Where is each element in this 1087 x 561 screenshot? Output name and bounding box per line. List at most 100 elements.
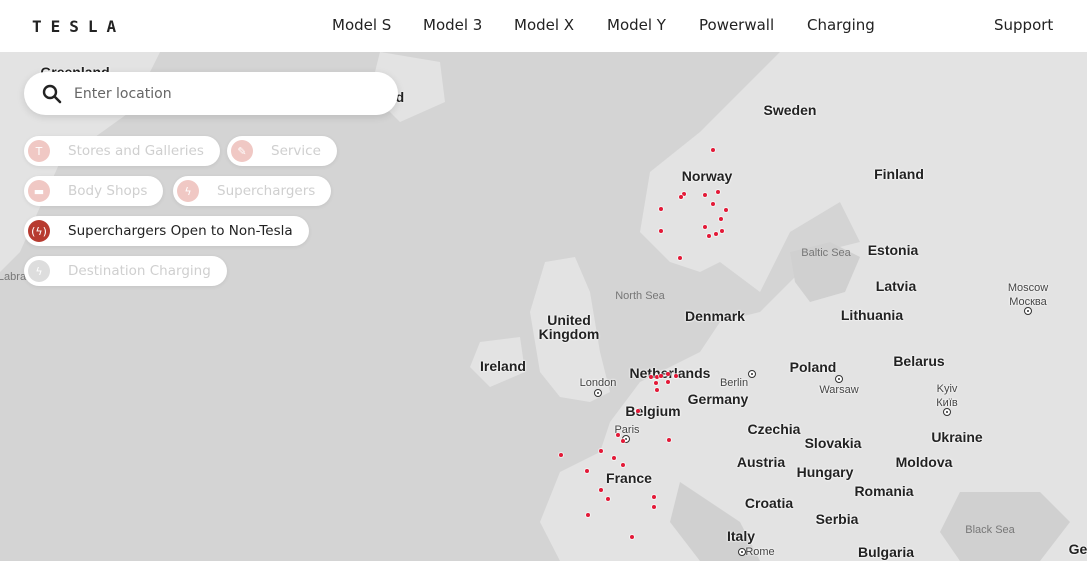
supercharger-marker[interactable] (720, 229, 724, 233)
supercharger-marker[interactable] (678, 256, 682, 260)
location-search[interactable] (24, 72, 398, 115)
nav-powerwall[interactable]: Powerwall (699, 16, 774, 34)
map-land (0, 52, 1087, 561)
map-label: Ireland (480, 358, 526, 374)
filter-label: Superchargers (217, 183, 316, 199)
filter-superchargers[interactable]: ϟ Superchargers (173, 176, 332, 206)
supercharger-marker[interactable] (586, 513, 590, 517)
map-label: London (579, 377, 617, 389)
filter-label: Body Shops (68, 183, 148, 199)
map-label: Berlin (719, 377, 749, 389)
city-marker-icon (594, 389, 602, 397)
supercharger-marker[interactable] (585, 469, 589, 473)
supercharger-marker[interactable] (559, 453, 563, 457)
bolt-signal-icon: (ϟ) (28, 220, 50, 242)
map-label: Latvia (875, 278, 917, 294)
supercharger-marker[interactable] (703, 225, 707, 229)
supercharger-marker[interactable] (716, 190, 720, 194)
supercharger-marker[interactable] (630, 535, 634, 539)
supercharger-marker[interactable] (659, 229, 663, 233)
nav-model-x[interactable]: Model X (514, 16, 574, 34)
supercharger-marker[interactable] (703, 193, 707, 197)
map-label: Norway (681, 168, 733, 184)
filter-label: Superchargers Open to Non-Tesla (68, 223, 293, 239)
nav-charging[interactable]: Charging (807, 16, 875, 34)
map-label: Kyiv Київ (936, 383, 958, 409)
map-label: France (606, 470, 652, 486)
map-label: Hungary (796, 464, 854, 480)
supercharger-marker[interactable] (616, 433, 620, 437)
map-label: Austria (736, 454, 786, 470)
supercharger-marker[interactable] (667, 438, 671, 442)
supercharger-marker[interactable] (719, 217, 723, 221)
filter-destination-charging[interactable]: ϟ Destination Charging (24, 256, 227, 286)
supercharger-marker[interactable] (724, 208, 728, 212)
bolt-icon: ϟ (28, 260, 50, 282)
filter-stores-and-galleries[interactable]: T Stores and Galleries (24, 136, 220, 166)
supercharger-marker[interactable] (636, 409, 640, 413)
nav-model-3[interactable]: Model 3 (423, 16, 482, 34)
wrench-icon: ✎ (231, 140, 253, 162)
city-marker-icon (835, 375, 843, 383)
search-input[interactable] (74, 85, 374, 102)
supercharger-marker[interactable] (659, 374, 663, 378)
supercharger-marker[interactable] (652, 505, 656, 509)
map-label: Romania (854, 483, 914, 499)
city-marker-icon (748, 370, 756, 378)
nav-support[interactable]: Support (994, 16, 1053, 34)
map-label: Black Sea (965, 524, 1015, 536)
filter-superchargers-open-to-non-tesla[interactable]: (ϟ) Superchargers Open to Non-Tesla (24, 216, 309, 246)
supercharger-marker[interactable] (666, 380, 670, 384)
filter-label: Stores and Galleries (68, 143, 204, 159)
map-label: Estonia (867, 242, 919, 258)
map-label: North Sea (615, 290, 665, 302)
map-label: Croatia (744, 495, 794, 511)
supercharger-marker[interactable] (606, 497, 610, 501)
map-label: Sweden (763, 102, 817, 118)
map-label: Denmark (685, 308, 745, 324)
tesla-logo[interactable]: TESLA (32, 17, 125, 36)
map-label: Belarus (893, 353, 945, 369)
filter-label: Destination Charging (68, 263, 211, 279)
map[interactable]: GreenlandIcelandSwedenNorwayFinlandEston… (0, 52, 1087, 561)
supercharger-marker[interactable] (621, 439, 625, 443)
map-label: Germany (687, 391, 749, 407)
supercharger-marker[interactable] (621, 463, 625, 467)
supercharger-marker[interactable] (679, 195, 683, 199)
supercharger-marker[interactable] (666, 372, 670, 376)
supercharger-marker[interactable] (659, 207, 663, 211)
supercharger-marker[interactable] (654, 381, 658, 385)
supercharger-marker[interactable] (649, 375, 653, 379)
supercharger-marker[interactable] (711, 148, 715, 152)
car-icon: ▬ (28, 180, 50, 202)
nav-model-s[interactable]: Model S (332, 16, 391, 34)
map-label: Serbia (815, 511, 859, 527)
supercharger-marker[interactable] (714, 232, 718, 236)
map-label: United Kingdom (538, 312, 600, 342)
bolt-icon: ϟ (177, 180, 199, 202)
city-marker-icon (738, 548, 746, 556)
map-label: Baltic Sea (801, 247, 851, 259)
map-label: Warsaw (819, 384, 859, 396)
supercharger-marker[interactable] (711, 202, 715, 206)
supercharger-marker[interactable] (707, 234, 711, 238)
map-label: Ge (1068, 541, 1087, 557)
supercharger-marker[interactable] (612, 456, 616, 460)
supercharger-marker[interactable] (652, 495, 656, 499)
map-label: Moscow Москва (1007, 282, 1049, 308)
supercharger-marker[interactable] (674, 374, 678, 378)
tesla-t-icon: T (28, 140, 50, 162)
map-label: Moldova (895, 454, 953, 470)
filter-service[interactable]: ✎ Service (227, 136, 337, 166)
map-label: Finland (874, 166, 924, 182)
map-label: Ukraine (931, 429, 983, 445)
map-label: Italy (726, 528, 756, 544)
filter-label: Service (271, 143, 321, 159)
supercharger-marker[interactable] (599, 488, 603, 492)
city-marker-icon (1024, 307, 1032, 315)
filter-body-shops[interactable]: ▬ Body Shops (24, 176, 164, 206)
supercharger-marker[interactable] (655, 388, 659, 392)
supercharger-marker[interactable] (599, 449, 603, 453)
nav-model-y[interactable]: Model Y (607, 16, 666, 34)
map-label: Poland (789, 359, 837, 375)
